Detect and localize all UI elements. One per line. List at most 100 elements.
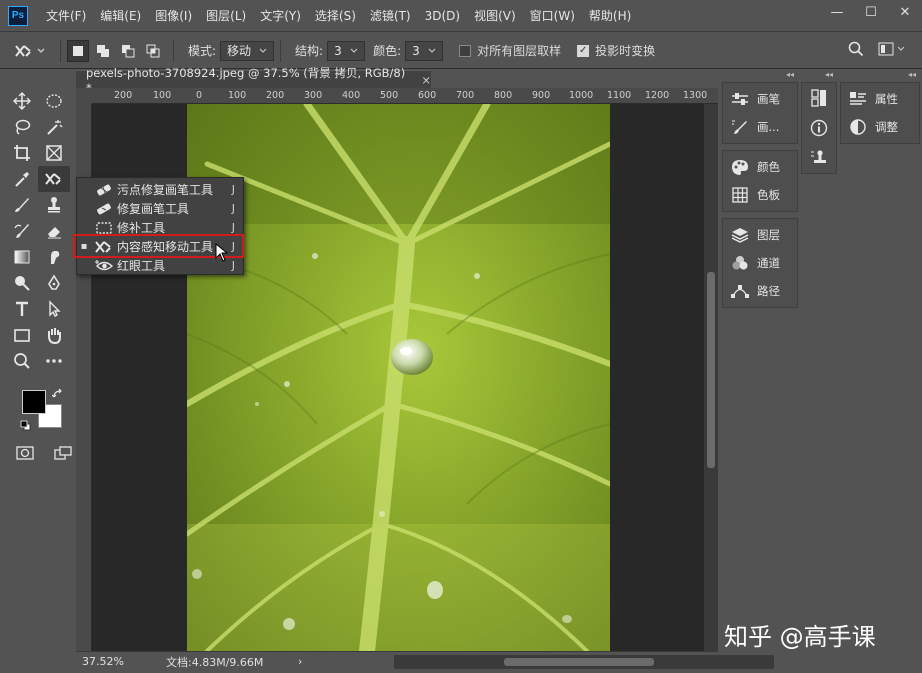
ruler-origin[interactable] — [76, 88, 92, 104]
gradient-tool[interactable] — [6, 244, 38, 270]
menu-view[interactable]: 视图(V) — [474, 7, 516, 24]
vertical-scrollbar-thumb[interactable] — [707, 272, 715, 468]
eraser-tool[interactable] — [38, 218, 70, 244]
menu-type[interactable]: 文字(Y) — [260, 7, 301, 24]
frame-tool[interactable] — [38, 140, 70, 166]
horizontal-ruler[interactable]: 200 100 0 100 200 300 400 500 600 700 80… — [92, 88, 718, 104]
dodge-icon — [15, 276, 30, 291]
menu-help[interactable]: 帮助(H) — [589, 7, 631, 24]
chevron-down-icon — [259, 48, 267, 53]
panel-paths[interactable]: 路径 — [723, 277, 797, 305]
crop-tool[interactable] — [6, 140, 38, 166]
flyout-item-healing-brush[interactable]: 修复画笔工具 J — [77, 199, 243, 218]
collapse-panels-icon[interactable]: ◂◂ — [801, 70, 837, 82]
hand-icon — [48, 328, 61, 344]
close-document-icon[interactable]: × — [421, 73, 431, 87]
menu-file[interactable]: 文件(F) — [46, 7, 86, 24]
panel-history[interactable] — [802, 83, 836, 113]
transform-on-drop-checkbox[interactable]: ✓ — [577, 44, 590, 57]
status-menu-arrow[interactable]: › — [298, 655, 302, 668]
flyout-item-spot-healing[interactable]: 污点修复画笔工具 J — [77, 180, 243, 199]
panel-properties[interactable]: 属性 — [841, 85, 919, 113]
horizontal-scrollbar-thumb[interactable] — [504, 658, 654, 666]
lasso-tool[interactable] — [6, 114, 38, 140]
magic-wand-tool[interactable] — [38, 114, 70, 140]
workspace-icon[interactable] — [878, 41, 906, 57]
flyout-label: 污点修复画笔工具 — [117, 183, 214, 197]
content-aware-move-icon — [15, 44, 45, 57]
gradient-icon — [14, 250, 30, 264]
panel-clone-source[interactable] — [802, 143, 836, 173]
menu-image[interactable]: 图像(I) — [155, 7, 192, 24]
type-icon — [16, 301, 28, 316]
close-window-button[interactable]: ✕ — [888, 0, 922, 24]
intersect-selection-button[interactable] — [142, 40, 164, 62]
vertical-scrollbar[interactable] — [704, 104, 718, 651]
document-tab[interactable]: pexels-photo-3708924.jpeg @ 37.5% (背景 拷贝… — [76, 66, 431, 95]
panel-brush-settings[interactable]: 画笔 — [723, 85, 797, 113]
clone-stamp-tool[interactable] — [38, 192, 70, 218]
zoom-tool[interactable] — [6, 348, 38, 374]
panel-channels[interactable]: 通道 — [723, 249, 797, 277]
color-select[interactable]: 3 — [405, 40, 444, 61]
swap-colors-icon[interactable] — [52, 388, 64, 400]
dodge-tool[interactable] — [6, 270, 38, 296]
smudge-tool[interactable] — [38, 244, 70, 270]
rectangle-icon — [14, 329, 30, 342]
quick-mask-icon[interactable] — [16, 446, 34, 460]
collapse-panels-icon[interactable]: ◂◂ — [722, 70, 798, 82]
history-brush-tool[interactable] — [6, 218, 38, 244]
default-colors-icon[interactable] — [20, 420, 32, 432]
menu-3d[interactable]: 3D(D) — [425, 9, 460, 23]
pen-tool[interactable] — [38, 270, 70, 296]
move-tool[interactable] — [6, 88, 38, 114]
foreground-color-swatch[interactable] — [22, 390, 46, 414]
swatches-icon — [732, 187, 748, 203]
spot-healing-icon — [97, 184, 111, 195]
new-selection-button[interactable] — [67, 39, 89, 62]
intersect-selection-icon — [146, 44, 160, 57]
horizontal-scrollbar[interactable] — [394, 655, 774, 669]
menu-layer[interactable]: 图层(L) — [206, 7, 246, 24]
maximize-button[interactable]: ☐ — [854, 0, 888, 24]
eyedropper-tool[interactable] — [6, 166, 38, 192]
ruler-label: 600 — [418, 90, 437, 101]
rectangle-tool[interactable] — [6, 322, 38, 348]
stamp-icon — [48, 197, 60, 213]
more-tools-button[interactable] — [38, 348, 70, 374]
sample-all-layers-checkbox[interactable] — [459, 44, 472, 57]
panel-color[interactable]: 颜色 — [723, 153, 797, 181]
ruler-label: 900 — [532, 90, 551, 101]
panel-adjustments[interactable]: 调整 — [841, 113, 919, 141]
screen-mode-icon[interactable] — [54, 446, 72, 460]
tool-preset-picker[interactable] — [8, 37, 54, 65]
toolbox — [6, 70, 74, 470]
menu-window[interactable]: 窗口(W) — [530, 7, 575, 24]
hand-tool[interactable] — [38, 322, 70, 348]
panel-info[interactable] — [802, 113, 836, 143]
panel-column-2: ◂◂ — [801, 70, 837, 180]
document-info[interactable]: 文档:4.83M/9.66M — [166, 654, 263, 670]
menu-filter[interactable]: 滤镜(T) — [370, 7, 411, 24]
zoom-level[interactable]: 37.52% — [82, 655, 142, 668]
add-selection-button[interactable] — [92, 40, 114, 62]
elliptical-marquee-tool[interactable] — [38, 88, 70, 114]
content-aware-move-tool[interactable] — [38, 166, 70, 192]
panel-label: 色板 — [757, 188, 780, 202]
minimize-button[interactable]: — — [820, 0, 854, 24]
panel-swatches[interactable]: 色板 — [723, 181, 797, 209]
structure-select[interactable]: 3 — [327, 40, 366, 61]
mode-select[interactable]: 移动 — [220, 40, 275, 61]
menu-select[interactable]: 选择(S) — [315, 7, 356, 24]
collapse-panels-icon[interactable]: ◂◂ — [840, 70, 920, 82]
brush-tool[interactable] — [6, 192, 38, 218]
canvas-image[interactable] — [187, 104, 610, 651]
panel-layers[interactable]: 图层 — [723, 221, 797, 249]
type-tool[interactable] — [6, 296, 38, 322]
subtract-selection-button[interactable] — [117, 40, 139, 62]
menu-edit[interactable]: 编辑(E) — [100, 7, 141, 24]
panel-brush-presets[interactable]: 画... — [723, 113, 797, 141]
path-selection-tool[interactable] — [38, 296, 70, 322]
search-icon[interactable] — [848, 41, 864, 57]
panel-label: 调整 — [875, 120, 898, 134]
